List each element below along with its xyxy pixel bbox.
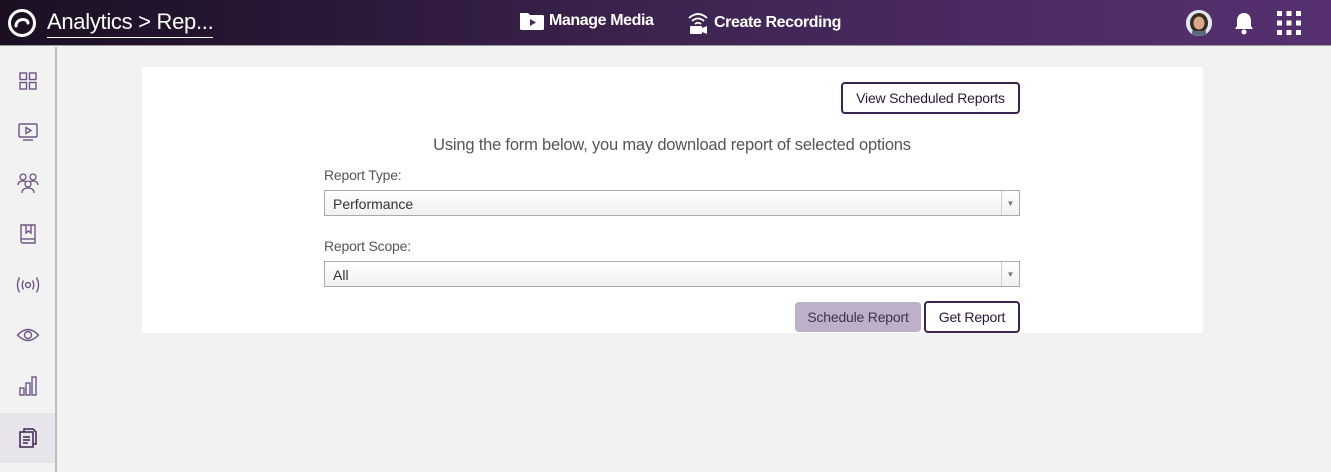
user-avatar[interactable] bbox=[1186, 10, 1212, 36]
create-recording-label: Create Recording bbox=[714, 14, 841, 31]
sidebar-item-dashboard[interactable] bbox=[0, 56, 55, 106]
schedule-report-button[interactable]: Schedule Report bbox=[795, 302, 921, 332]
sidebar-item-media[interactable] bbox=[0, 107, 55, 157]
sidebar bbox=[0, 47, 57, 472]
broadcast-icon bbox=[16, 277, 39, 293]
media-player-icon bbox=[17, 123, 38, 141]
report-type-select[interactable]: Performance ▼ bbox=[324, 190, 1020, 216]
report-scope-select[interactable]: All ▼ bbox=[324, 261, 1020, 287]
reports-icon bbox=[18, 428, 37, 448]
get-report-button[interactable]: Get Report bbox=[924, 301, 1020, 333]
dashboard-icon bbox=[18, 72, 37, 90]
form-intro-text: Using the form below, you may download r… bbox=[433, 136, 911, 154]
eye-icon bbox=[16, 328, 39, 342]
report-scope-label: Report Scope: bbox=[324, 238, 411, 254]
notifications-bell-icon[interactable] bbox=[1233, 11, 1255, 35]
report-type-value: Performance bbox=[333, 196, 414, 212]
chevron-down-icon[interactable]: ▼ bbox=[1001, 191, 1019, 215]
view-scheduled-reports-button[interactable]: View Scheduled Reports bbox=[841, 82, 1020, 114]
create-recording-button[interactable]: Create Recording bbox=[686, 11, 841, 35]
sidebar-item-live[interactable] bbox=[0, 260, 55, 310]
manage-media-label: Manage Media bbox=[549, 12, 654, 29]
user-photo-icon bbox=[1186, 10, 1212, 36]
sidebar-item-library[interactable] bbox=[0, 209, 55, 259]
top-navigation-bar: Analytics > Rep... Manage Media Create R… bbox=[0, 0, 1331, 46]
media-folder-icon bbox=[520, 13, 544, 30]
breadcrumb[interactable]: Analytics > Rep... bbox=[47, 9, 214, 38]
report-type-label: Report Type: bbox=[324, 167, 402, 183]
groups-icon bbox=[16, 173, 39, 194]
report-scope-value: All bbox=[333, 267, 349, 283]
manage-media-button[interactable]: Manage Media bbox=[519, 11, 654, 31]
sidebar-item-reports[interactable] bbox=[0, 413, 55, 463]
bar-chart-icon bbox=[18, 376, 37, 396]
sidebar-item-groups[interactable] bbox=[0, 158, 55, 208]
library-bookmark-icon bbox=[19, 224, 36, 244]
recording-camera-icon bbox=[688, 13, 708, 34]
sidebar-item-viewer[interactable] bbox=[0, 310, 55, 360]
chevron-down-icon[interactable]: ▼ bbox=[1001, 262, 1019, 286]
app-grid-icon[interactable] bbox=[1277, 11, 1301, 35]
sidebar-item-analytics[interactable] bbox=[0, 361, 55, 411]
app-logo-icon[interactable] bbox=[7, 9, 37, 37]
